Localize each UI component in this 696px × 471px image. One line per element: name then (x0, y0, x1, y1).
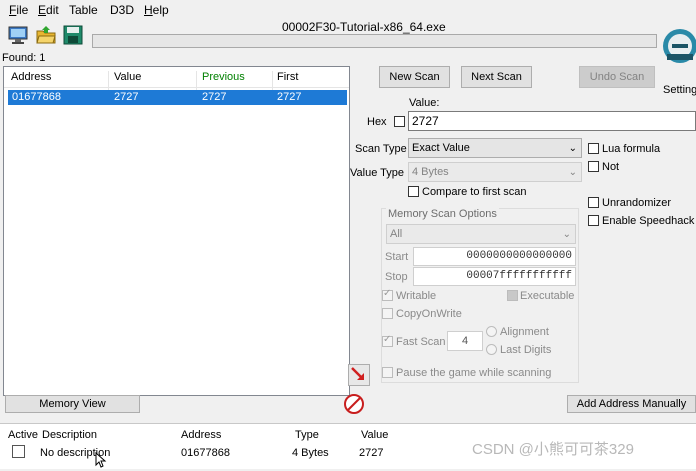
results-header: Address Value Previous First (4, 67, 349, 91)
pause-game-checkbox[interactable] (382, 367, 393, 378)
menu-file[interactable]: File (9, 3, 28, 17)
new-scan-button[interactable]: New Scan (379, 66, 450, 88)
scan-progress-bar (92, 34, 657, 48)
undo-scan-button[interactable]: Undo Scan (579, 66, 655, 88)
compare-first-checkbox[interactable] (408, 186, 419, 197)
scan-type-label: Scan Type (355, 143, 407, 155)
row-type[interactable]: 4 Bytes (292, 447, 329, 459)
col-address[interactable]: Address (11, 71, 51, 83)
watermark-text: CSDN @小熊可可茶329 (472, 441, 634, 458)
next-scan-button[interactable]: Next Scan (461, 66, 532, 88)
floppy-save-icon[interactable] (62, 24, 84, 46)
fast-scan-label: Fast Scan (396, 336, 446, 348)
col-previous[interactable]: Previous (202, 71, 245, 83)
alignment-label: Alignment (500, 326, 549, 338)
memory-region-select[interactable]: All ⌄ (386, 224, 576, 244)
lua-formula-label: Lua formula (602, 143, 661, 155)
pause-game-label: Pause the game while scanning (396, 367, 552, 379)
speedhack-label: Enable Speedhack (602, 215, 695, 227)
hex-checkbox[interactable] (394, 116, 405, 127)
menu-edit[interactable]: Edit (38, 3, 59, 17)
memory-region-value: All (390, 228, 403, 240)
results-list[interactable]: Address Value Previous First 01677868 27… (3, 66, 350, 396)
compare-first-label: Compare to first scan (422, 186, 527, 198)
value-label: Value: (409, 97, 440, 109)
chevron-down-icon: ⌄ (568, 167, 577, 178)
red-arrow-icon (351, 367, 364, 380)
result-first: 2727 (277, 91, 302, 103)
active-checkbox[interactable] (12, 445, 25, 458)
speedhack-checkbox[interactable] (588, 215, 599, 226)
mouse-cursor-icon (95, 451, 107, 468)
scan-type-value: Exact Value (412, 142, 470, 154)
unrandomizer-label: Unrandomizer (602, 197, 672, 209)
computer-monitor-icon[interactable] (7, 24, 29, 46)
col-address[interactable]: Address (181, 429, 221, 441)
cheat-engine-logo-icon[interactable] (660, 26, 696, 66)
col-value[interactable]: Value (361, 429, 388, 441)
col-active[interactable]: Active (8, 429, 38, 441)
row-address[interactable]: 01677868 (181, 447, 230, 459)
add-to-list-arrow-button[interactable] (348, 364, 370, 386)
result-address: 01677868 (12, 91, 61, 103)
menu-table[interactable]: Table (69, 3, 98, 17)
folder-open-icon[interactable] (35, 24, 57, 46)
copy-on-write-checkbox[interactable] (382, 308, 393, 319)
copy-on-write-label: CopyOnWrite (396, 308, 462, 320)
executable-label: Executable (520, 290, 575, 302)
hex-label: Hex (367, 116, 387, 128)
lua-formula-checkbox[interactable] (588, 143, 599, 154)
settings-label[interactable]: Settings (663, 84, 696, 96)
value-type-label: Value Type (350, 167, 405, 179)
menu-bar: File Edit Table D3D Help (0, 0, 696, 19)
value-type-select[interactable]: 4 Bytes ⌄ (408, 162, 582, 182)
window-title: 00002F30-Tutorial-x86_64.exe (282, 20, 446, 34)
writable-checkbox[interactable] (382, 288, 393, 301)
last-digits-label: Last Digits (500, 344, 552, 356)
add-address-manually-button[interactable]: Add Address Manually (567, 395, 696, 413)
menu-d3d[interactable]: D3D (110, 3, 134, 17)
result-previous: 2727 (202, 91, 227, 103)
col-description[interactable]: Description (42, 429, 97, 441)
menu-help[interactable]: Help (144, 3, 169, 17)
unrandomizer-checkbox[interactable] (588, 197, 599, 208)
executable-checkbox[interactable] (507, 290, 518, 301)
not-checkbox[interactable] (588, 161, 599, 172)
scan-type-select[interactable]: Exact Value ⌄ (408, 138, 582, 158)
not-label: Not (602, 161, 620, 173)
found-count: Found: 1 (2, 52, 46, 64)
last-digits-radio[interactable] (486, 344, 497, 355)
stop-icon[interactable] (343, 393, 365, 415)
result-value: 2727 (114, 91, 139, 103)
col-type[interactable]: Type (295, 429, 319, 441)
result-row[interactable]: 01677868 2727 2727 2727 (8, 90, 347, 105)
writable-label: Writable (396, 290, 437, 302)
fast-scan-alignment-input[interactable]: 4 (447, 331, 483, 351)
col-value[interactable]: Value (114, 71, 141, 83)
splitter-handle[interactable] (0, 416, 696, 421)
value-input[interactable]: 2727 (408, 111, 696, 131)
fast-scan-checkbox[interactable] (382, 334, 393, 347)
start-address-input[interactable]: 0000000000000000 (413, 247, 576, 266)
row-value[interactable]: 2727 (359, 447, 383, 459)
alignment-radio[interactable] (486, 326, 497, 337)
col-first[interactable]: First (277, 71, 298, 83)
value-type-value: 4 Bytes (412, 166, 449, 178)
stop-label: Stop (385, 271, 408, 283)
memory-view-button[interactable]: Memory View (5, 395, 140, 413)
chevron-down-icon: ⌄ (562, 229, 571, 240)
stop-address-input[interactable]: 00007fffffffffff (413, 267, 576, 286)
chevron-down-icon: ⌄ (568, 143, 577, 154)
memory-scan-options-title: Memory Scan Options (386, 208, 499, 220)
start-label: Start (385, 251, 409, 263)
